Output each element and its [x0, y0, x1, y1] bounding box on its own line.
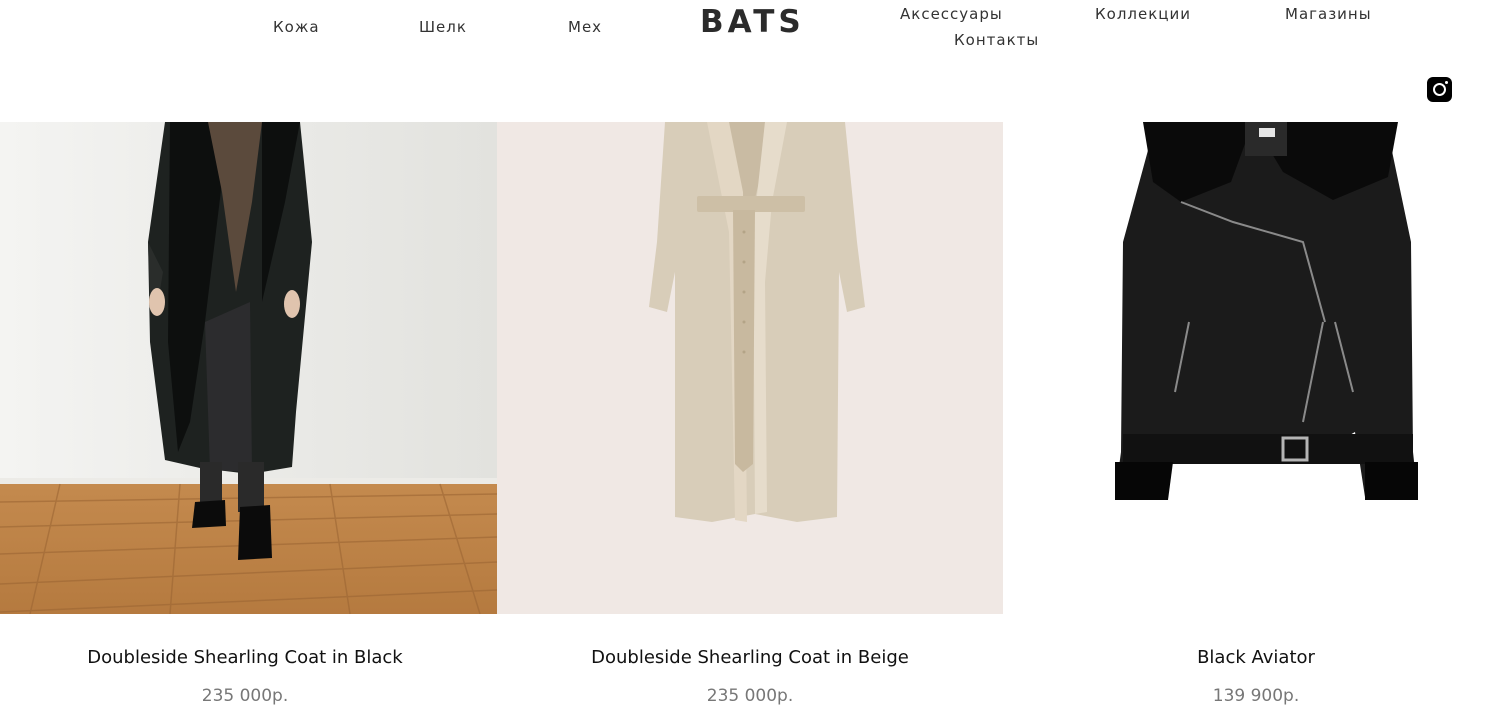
product-price-beige-coat: 235 000р. [706, 686, 794, 706]
instagram-icon[interactable] [1427, 77, 1452, 102]
nav-link-accessories[interactable]: Аксессуары [900, 5, 1003, 23]
nav-link-leather[interactable]: Кожа [273, 18, 320, 36]
product-price-black-coat: 235 000р. [201, 686, 289, 706]
product-image-black-aviator[interactable] [1003, 122, 1500, 614]
nav-link-collections[interactable]: Коллекции [1095, 5, 1191, 23]
product-price-black-aviator: 139 900р. [1212, 686, 1300, 706]
nav-link-stores[interactable]: Магазины [1285, 5, 1372, 23]
product-title-beige-coat[interactable]: Doubleside Shearling Coat in Beige [497, 647, 1003, 668]
nav-link-silk[interactable]: Шелк [419, 18, 467, 36]
nav-link-fur[interactable]: Мех [568, 18, 602, 36]
product-image-beige-coat[interactable] [497, 122, 1003, 614]
product-title-black-coat[interactable]: Doubleside Shearling Coat in Black [0, 647, 490, 668]
brand-logo[interactable]: BATS [700, 4, 802, 40]
nav-link-contacts[interactable]: Контакты [954, 31, 1039, 49]
product-title-black-aviator[interactable]: Black Aviator [1003, 647, 1500, 668]
product-image-black-coat[interactable] [0, 122, 497, 614]
